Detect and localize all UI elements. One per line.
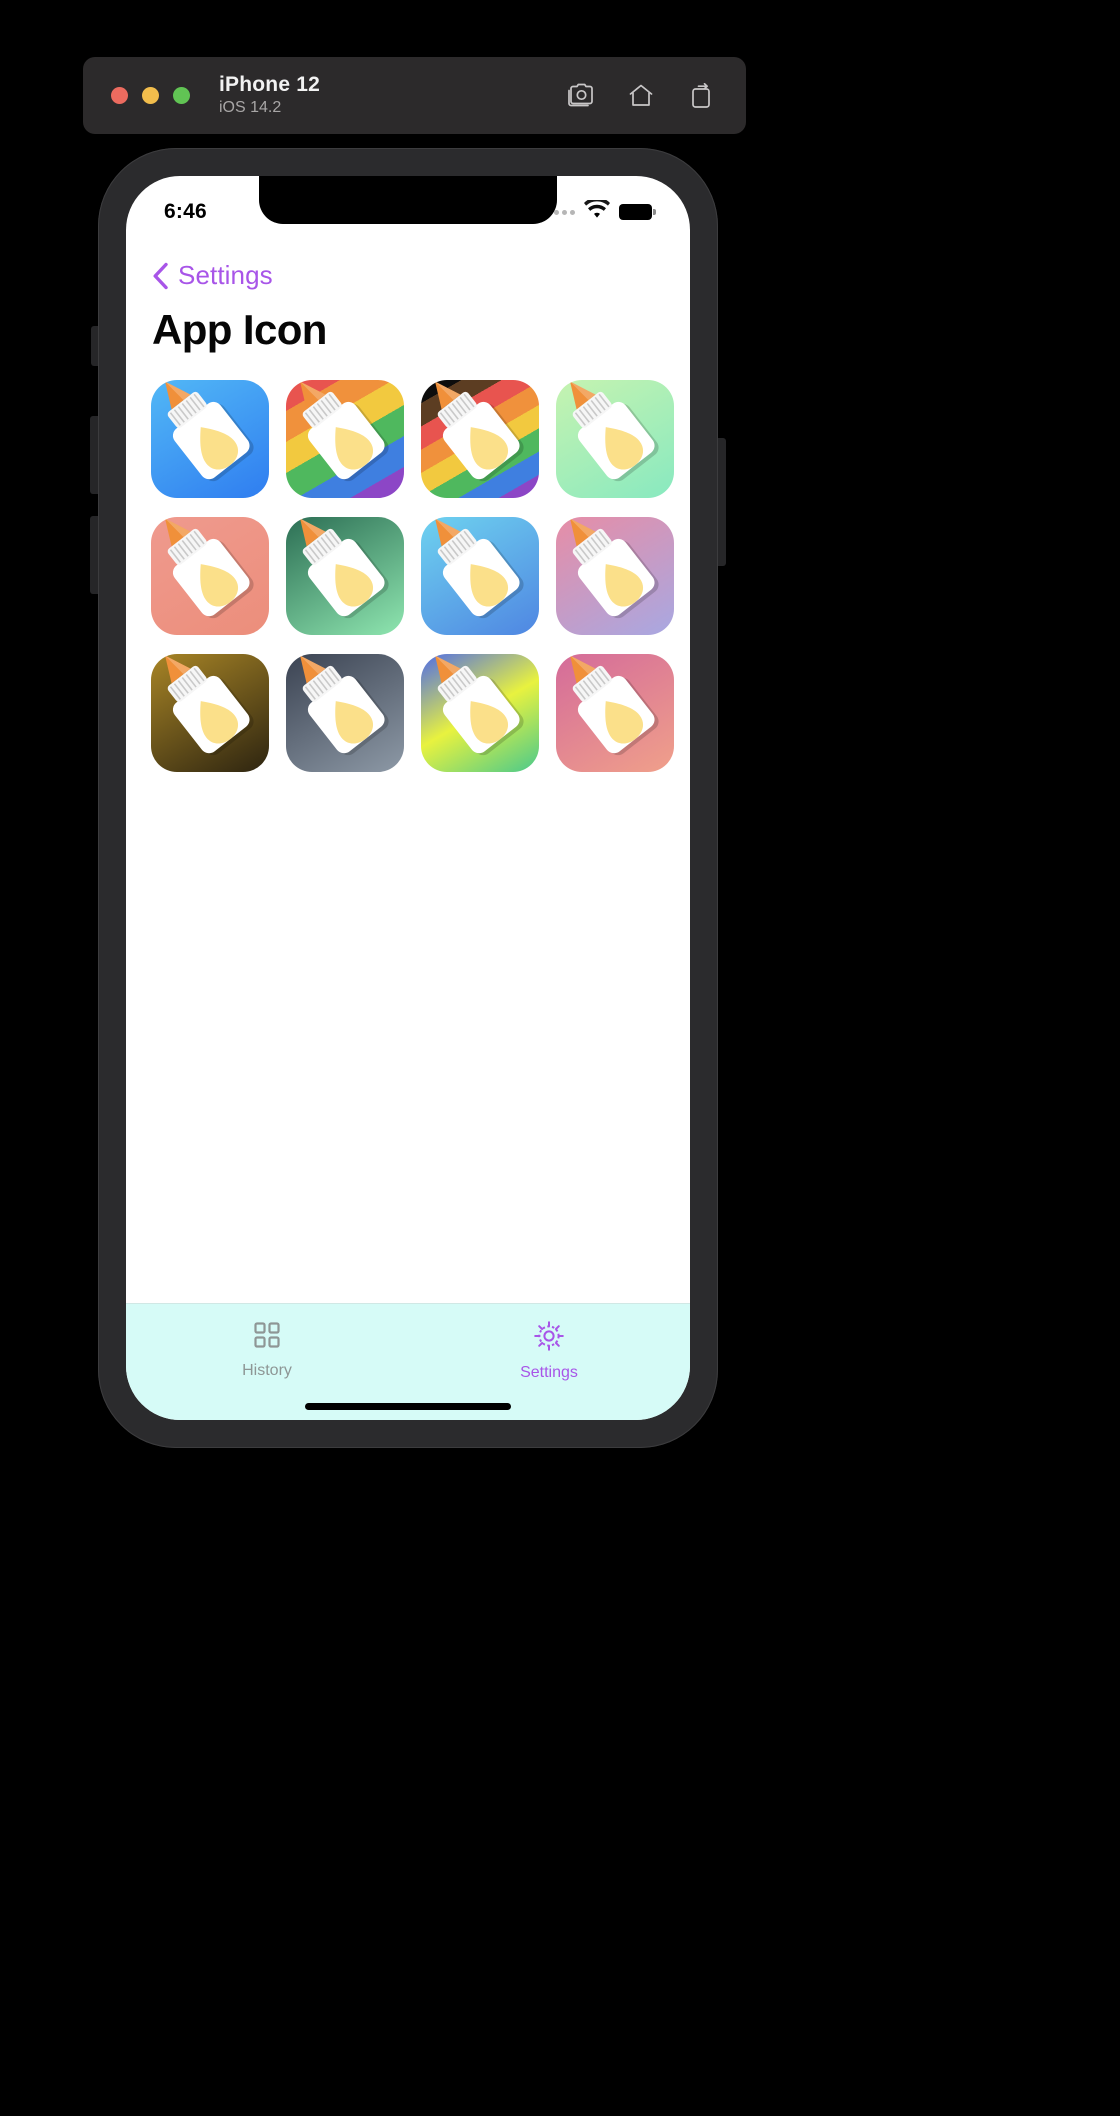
simulator-titlebar: iPhone 12 iOS 14.2 — [83, 57, 746, 134]
tab-settings-label: Settings — [520, 1364, 578, 1381]
rotate-button[interactable] — [686, 81, 716, 111]
battery-icon — [619, 204, 656, 220]
screenshot-icon — [567, 83, 595, 109]
app-icon-grid — [151, 380, 674, 772]
home-indicator[interactable] — [305, 1403, 511, 1410]
highlighter-pen-icon — [435, 655, 524, 756]
back-button[interactable]: Settings — [152, 260, 273, 291]
app-icon-pride[interactable] — [286, 380, 404, 498]
highlighter-pen-icon — [300, 381, 389, 482]
minimize-button[interactable] — [142, 87, 159, 104]
simulator-os-version: iOS 14.2 — [219, 99, 282, 117]
highlighter-pen-icon — [435, 381, 524, 482]
page-title: App Icon — [152, 306, 327, 353]
silent-switch[interactable] — [91, 326, 98, 366]
highlighter-pen-icon — [570, 381, 659, 482]
power-button[interactable] — [718, 438, 726, 566]
app-icon-gold[interactable] — [151, 654, 269, 772]
screenshot-root: iPhone 12 iOS 14.2 6:46 Settings App Ico… — [0, 0, 1120, 2116]
app-icon-sky[interactable] — [421, 517, 539, 635]
volume-down-button[interactable] — [90, 516, 98, 594]
highlighter-pen-icon — [300, 655, 389, 756]
highlighter-pen-icon — [570, 518, 659, 619]
device-notch — [259, 176, 557, 224]
simulator-device-info: iPhone 12 iOS 14.2 — [219, 73, 320, 118]
app-icon-slate[interactable] — [286, 654, 404, 772]
close-button[interactable] — [111, 87, 128, 104]
home-button[interactable] — [626, 81, 656, 111]
grid-icon — [252, 1320, 282, 1355]
wifi-icon — [584, 197, 610, 224]
back-button-label: Settings — [178, 260, 273, 290]
volume-up-button[interactable] — [90, 416, 98, 494]
highlighter-pen-icon — [165, 518, 254, 619]
highlighter-pen-icon — [300, 518, 389, 619]
app-icon-mint[interactable] — [556, 380, 674, 498]
highlighter-pen-icon — [435, 518, 524, 619]
iphone-device-frame: 6:46 Settings App Icon History Settings — [90, 148, 726, 1448]
app-icon-neon[interactable] — [421, 654, 539, 772]
status-indicators — [546, 197, 656, 224]
simulator-device-name: iPhone 12 — [219, 73, 320, 97]
highlighter-pen-icon — [570, 655, 659, 756]
highlighter-pen-icon — [165, 381, 254, 482]
highlighter-pen-icon — [165, 655, 254, 756]
app-icon-blue[interactable] — [151, 380, 269, 498]
chevron-left-icon — [152, 262, 169, 290]
zoom-button[interactable] — [173, 87, 190, 104]
rotate-icon — [688, 82, 714, 109]
window-controls — [111, 87, 190, 104]
home-icon — [627, 83, 655, 109]
simulator-toolbar — [566, 81, 716, 111]
iphone-screen: 6:46 Settings App Icon History Settings — [126, 176, 690, 1420]
app-icon-pride-dark[interactable] — [421, 380, 539, 498]
app-icon-salmon[interactable] — [151, 517, 269, 635]
gear-icon — [533, 1320, 565, 1357]
app-icon-blush[interactable] — [556, 654, 674, 772]
tab-history-label: History — [242, 1362, 292, 1379]
screenshot-button[interactable] — [566, 81, 596, 111]
app-icon-rose[interactable] — [556, 517, 674, 635]
app-icon-forest[interactable] — [286, 517, 404, 635]
